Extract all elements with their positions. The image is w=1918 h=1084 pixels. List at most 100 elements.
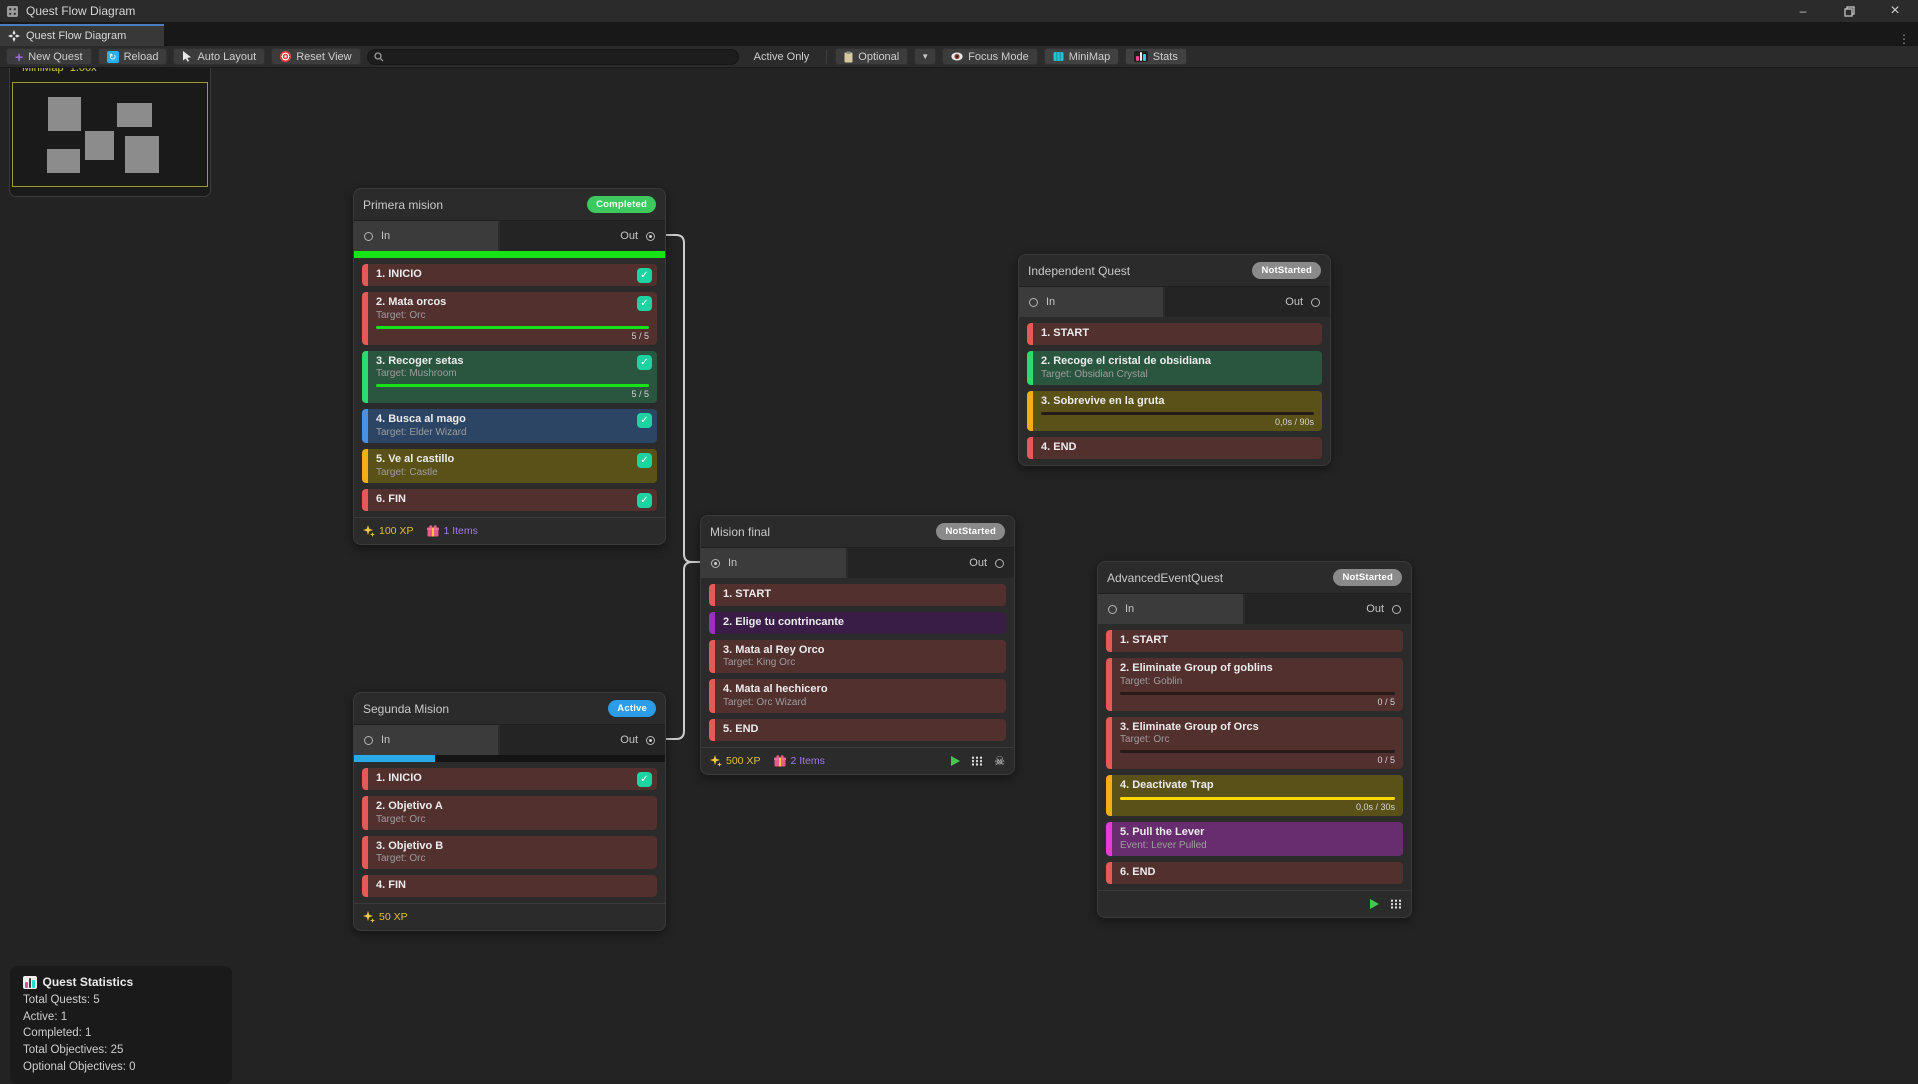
port-in[interactable]: In	[354, 221, 500, 251]
port-out[interactable]: Out	[500, 221, 665, 251]
objective-title: 4. Deactivate Trap	[1120, 779, 1395, 793]
objective-item[interactable]: 2. Recoge el cristal de obsidianaTarget:…	[1027, 351, 1322, 385]
port-out[interactable]: Out	[1245, 594, 1411, 624]
graph-canvas[interactable]: Primera misionCompletedInOut1. INICIO✓2.…	[0, 0, 1918, 1078]
objective-item[interactable]: 6. END	[1106, 862, 1403, 884]
play-icon[interactable]	[951, 756, 960, 766]
port-out-label: Out	[969, 557, 987, 569]
minimize-button[interactable]: –	[1780, 0, 1826, 22]
objective-item[interactable]: 4. END	[1027, 437, 1322, 459]
port-in[interactable]: In	[701, 548, 848, 578]
tab-quest-flow-diagram[interactable]: Quest Flow Diagram	[0, 24, 164, 46]
objective-title: 6. END	[1120, 866, 1395, 880]
objective-item[interactable]: 3. Mata al Rey OrcoTarget: King Orc	[709, 640, 1006, 674]
close-button[interactable]: ×	[1872, 0, 1918, 22]
focus-mode-toggle[interactable]: Focus Mode	[942, 48, 1038, 65]
objective-checkbox[interactable]: ✓	[637, 772, 652, 787]
quest-footer-actions	[1370, 899, 1402, 909]
objective-item[interactable]: 5. Pull the LeverEvent: Lever Pulled	[1106, 822, 1403, 856]
port-out[interactable]: Out	[500, 725, 665, 755]
quest-node-segunda-mision[interactable]: Segunda MisionActiveInOut1. INICIO✓2. Ob…	[353, 692, 666, 931]
quest-node-primera-mision[interactable]: Primera misionCompletedInOut 1. INICIO✓ 2.…	[353, 188, 666, 545]
objective-title: 3. Sobrevive en la gruta	[1041, 395, 1314, 409]
objective-item[interactable]: 2. Elige tu contrincante	[709, 612, 1006, 634]
quest-node-advancedeventquest[interactable]: AdvancedEventQuestNotStartedInOut1. STAR…	[1097, 561, 1412, 918]
port-out-label: Out	[1366, 603, 1384, 615]
port-in-label: In	[1046, 296, 1055, 308]
tab-label: Quest Flow Diagram	[26, 30, 126, 42]
port-out[interactable]: Out	[1165, 287, 1330, 317]
active-only-toggle[interactable]: Active Only	[745, 48, 819, 65]
minimap-toggle[interactable]: MiniMap	[1044, 48, 1120, 65]
port-out[interactable]: Out	[848, 548, 1014, 578]
objective-item[interactable]: 2. Objetivo ATarget: Orc	[362, 796, 657, 830]
skull-icon[interactable]: ☠	[994, 755, 1005, 767]
objective-item[interactable]: 1. INICIO✓	[362, 768, 657, 790]
objective-checkbox[interactable]: ✓	[637, 268, 652, 283]
objective-item[interactable]: 1. START	[1027, 323, 1322, 345]
objective-checkbox[interactable]: ✓	[637, 453, 652, 468]
quest-node-independent-quest[interactable]: Independent QuestNotStartedInOut1. START…	[1018, 254, 1331, 466]
objective-checkbox[interactable]: ✓	[637, 296, 652, 311]
port-in[interactable]: In	[1098, 594, 1245, 624]
objective-item[interactable]: 5. END	[709, 719, 1006, 741]
play-icon[interactable]	[1370, 899, 1379, 909]
objective-title: 2. Elige tu contrincante	[723, 616, 998, 630]
gift-icon	[774, 755, 786, 767]
new-quest-button[interactable]: + New Quest	[6, 48, 92, 65]
objective-item[interactable]: 1. START	[709, 584, 1006, 606]
reload-button[interactable]: ↻ Reload	[98, 48, 168, 65]
minimap-panel[interactable]: MiniMap 1.00x	[9, 56, 211, 197]
objective-item[interactable]: 4. FIN	[362, 875, 657, 897]
stats-line: Active: 1	[23, 1009, 219, 1026]
objective-target: Target: Mushroom	[376, 368, 649, 380]
tab-overflow-menu-icon[interactable]: ⋮	[1890, 32, 1918, 46]
objective-checkbox[interactable]: ✓	[637, 493, 652, 508]
objective-item[interactable]: 3. Recoger setasTarget: Mushroom5 / 5✓	[362, 351, 657, 404]
objective-item[interactable]: 2. Eliminate Group of goblinsTarget: Gob…	[1106, 658, 1403, 711]
port-in[interactable]: In	[354, 725, 500, 755]
quest-node-mision-final[interactable]: Mision finalNotStartedInOut1. START2. El…	[700, 515, 1015, 775]
maximize-button[interactable]	[1826, 0, 1872, 22]
objective-item[interactable]: 6. FIN✓	[362, 489, 657, 511]
port-in-label: In	[381, 734, 390, 746]
objective-item[interactable]: 2. Mata orcosTarget: Orc5 / 5✓	[362, 292, 657, 345]
quest-ports: In Out	[354, 725, 665, 755]
quest-node-header: Primera misionCompleted	[354, 189, 665, 221]
objective-target: Target: Orc	[1120, 734, 1395, 746]
objective-checkbox[interactable]: ✓	[637, 355, 652, 370]
objective-progress-value: 5 / 5	[376, 389, 649, 399]
objective-item[interactable]: 3. Objetivo BTarget: Orc	[362, 836, 657, 870]
optional-dropdown-button[interactable]: ▼	[914, 48, 936, 65]
clipboard-icon	[844, 51, 853, 63]
sparkle-icon	[710, 755, 722, 767]
search-input[interactable]	[388, 50, 732, 64]
objective-title: 6. FIN	[376, 493, 649, 507]
objective-item[interactable]: 4. Mata al hechiceroTarget: Orc Wizard	[709, 679, 1006, 713]
search-icon	[374, 52, 384, 62]
objective-item[interactable]: 5. Ve al castilloTarget: Castle✓	[362, 449, 657, 483]
plus-icon: +	[15, 52, 23, 62]
objective-item[interactable]: 1. START	[1106, 630, 1403, 652]
spawn-grid-icon[interactable]	[971, 756, 983, 766]
objective-checkbox[interactable]: ✓	[637, 413, 652, 428]
objective-progress-bar	[376, 384, 649, 387]
minimap-viewport[interactable]	[12, 82, 208, 187]
objective-progress-bar	[376, 326, 649, 329]
quest-xp-reward: 100 XP	[363, 525, 413, 537]
quest-title: Independent Quest	[1028, 264, 1130, 278]
quest-item-reward: 2 Items	[774, 755, 824, 767]
objective-item[interactable]: 3. Eliminate Group of OrcsTarget: Orc0 /…	[1106, 717, 1403, 770]
objective-item[interactable]: 1. INICIO✓	[362, 264, 657, 286]
objective-title: 5. Ve al castillo	[376, 453, 649, 467]
objective-item[interactable]: 4. Busca al magoTarget: Elder Wizard✓	[362, 409, 657, 443]
objective-item[interactable]: 3. Sobrevive en la gruta0,0s / 90s	[1027, 391, 1322, 432]
port-in[interactable]: In	[1019, 287, 1165, 317]
optional-filter-button[interactable]: Optional	[835, 48, 908, 65]
objective-target: Target: Castle	[376, 467, 649, 479]
spawn-grid-icon[interactable]	[1390, 899, 1402, 909]
reset-view-button[interactable]: Reset View	[271, 48, 360, 65]
auto-layout-button[interactable]: Auto Layout	[173, 48, 265, 65]
stats-toggle[interactable]: Stats	[1125, 48, 1187, 65]
objective-item[interactable]: 4. Deactivate Trap0,0s / 30s	[1106, 775, 1403, 816]
